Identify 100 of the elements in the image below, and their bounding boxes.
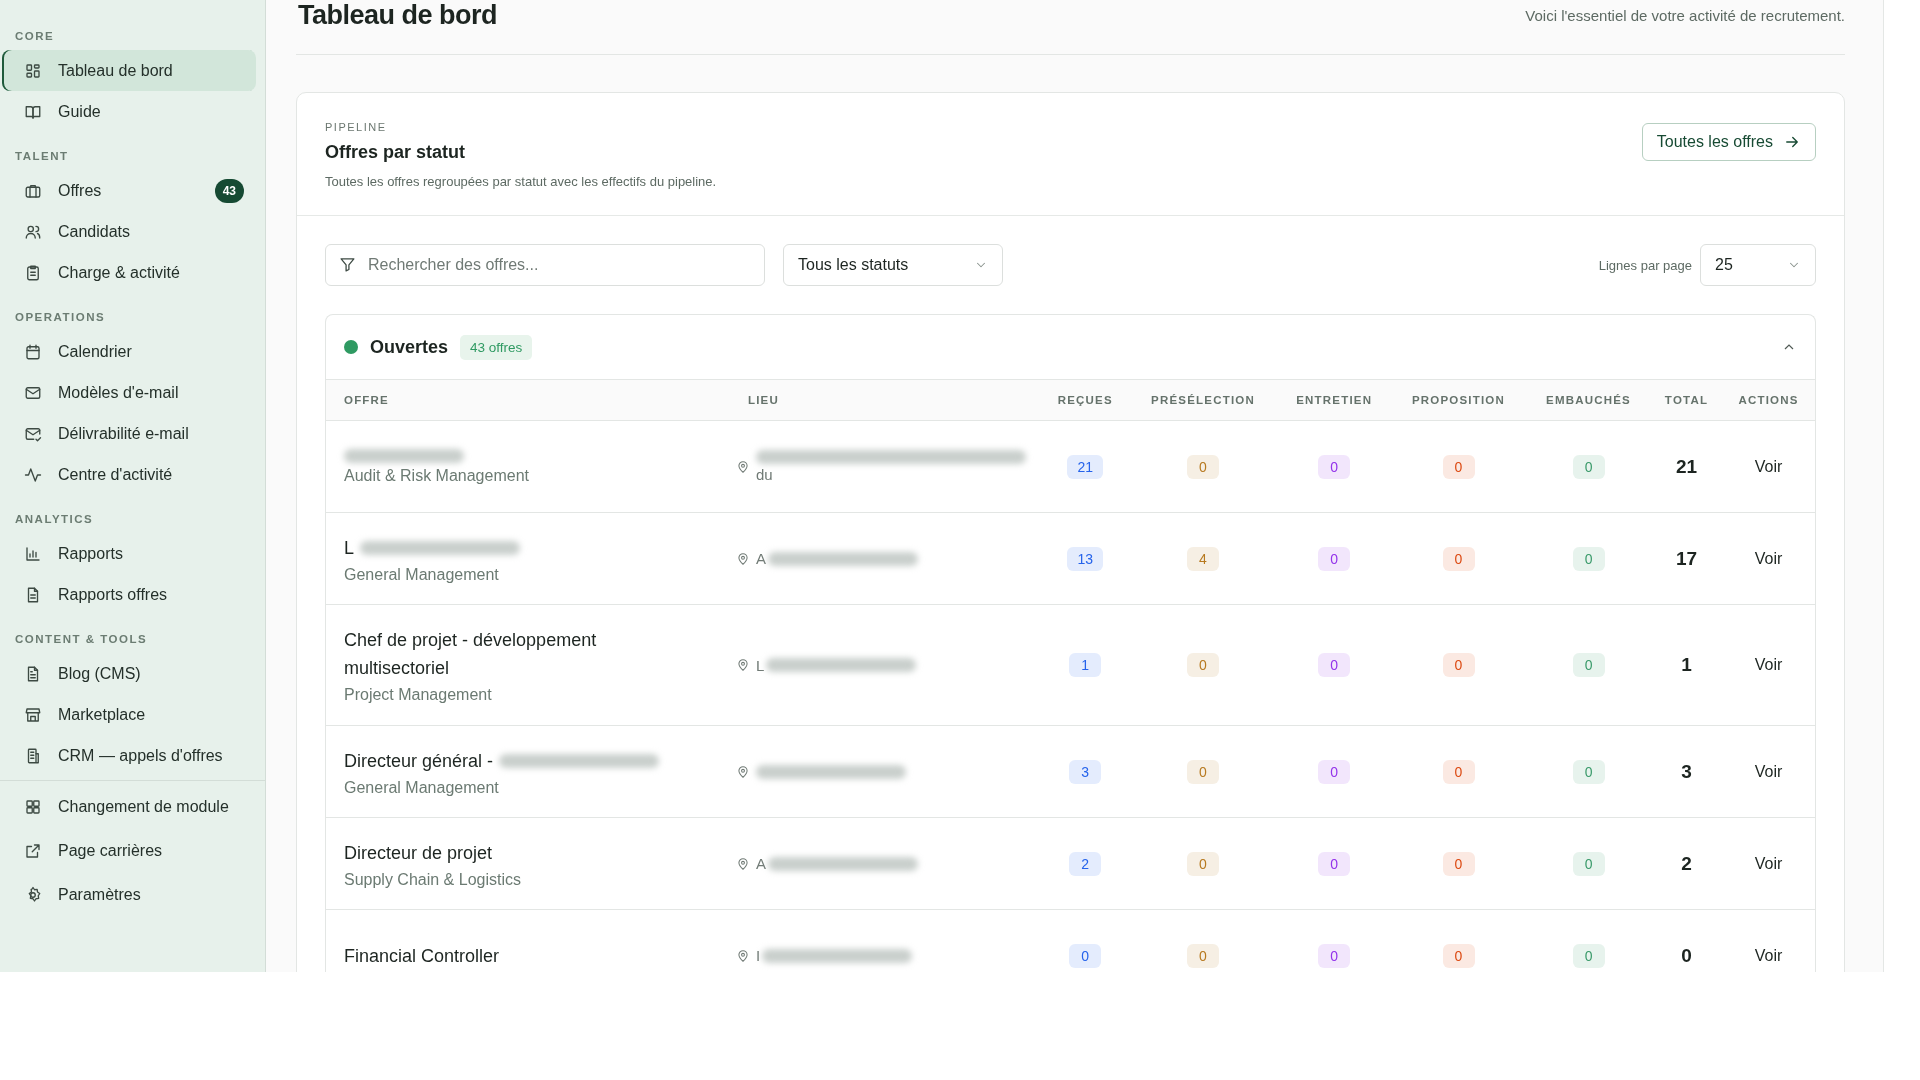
- sidebar-item[interactable]: Candidats: [2, 211, 256, 252]
- column-header: ENTRETIEN: [1277, 379, 1391, 421]
- count-pill: 1: [1069, 653, 1102, 677]
- count-pill: 0: [1187, 454, 1219, 479]
- sidebar-item[interactable]: Page carrières: [2, 829, 256, 873]
- count-pill: 2: [1069, 851, 1102, 876]
- count-pill: 4: [1187, 546, 1219, 571]
- view-link[interactable]: Voir: [1748, 548, 1789, 569]
- count-pill: 0: [1572, 943, 1605, 968]
- card-title: Offres par statut: [325, 142, 467, 163]
- page-title: Tableau de bord: [298, 0, 498, 31]
- location-text: A: [756, 855, 766, 872]
- status-dropdown[interactable]: Tous les statuts: [783, 244, 1003, 286]
- rows-per-page-label: Lignes par page: [1598, 257, 1692, 273]
- sidebar-item[interactable]: Charge & activité: [2, 252, 256, 293]
- calendar-icon: [24, 342, 42, 361]
- count-pill: 21: [1067, 454, 1103, 479]
- external-link-icon: [24, 842, 42, 860]
- sidebar-item[interactable]: Délivrabilité e-mail: [2, 413, 256, 454]
- view-link[interactable]: Voir: [1748, 945, 1789, 966]
- view-link[interactable]: Voir: [1748, 655, 1789, 675]
- count-pill: 0: [1187, 653, 1219, 677]
- sidebar-item[interactable]: Rapports offres: [2, 574, 256, 615]
- sidebar-item[interactable]: Offres 43: [2, 170, 256, 211]
- grid-icon: [24, 61, 42, 80]
- group-name: Ouvertes: [370, 336, 449, 358]
- sidebar-item[interactable]: Blog (CMS): [2, 653, 256, 694]
- count-pill: 0: [1572, 851, 1605, 876]
- total-count: 1: [1681, 654, 1692, 675]
- count-pill: 0: [1572, 454, 1605, 479]
- offer-title: L: [344, 536, 354, 560]
- offer-category: General Management: [344, 565, 500, 584]
- total-count: 17: [1675, 547, 1698, 569]
- map-pin-icon: [736, 764, 750, 779]
- count-pill: 0: [1187, 943, 1219, 968]
- card-description: Toutes les offres regroupées par statut avec les effectifs du pipeline.: [325, 174, 717, 189]
- count-pill: 0: [1442, 454, 1475, 479]
- count-pill: 0: [1318, 546, 1351, 571]
- section-label: TALENT: [14, 150, 70, 162]
- count-pill: 0: [1318, 653, 1351, 677]
- column-header: EMBAUCHÉS: [1526, 379, 1651, 421]
- count-pill: 0: [1572, 546, 1605, 571]
- map-pin-icon: [736, 948, 750, 963]
- count-badge: 43 offres: [460, 334, 533, 360]
- total-count: 21: [1675, 455, 1698, 477]
- count-pill: 0: [1572, 653, 1605, 677]
- section-label: ANALYTICS: [14, 513, 95, 525]
- column-header: LIEU: [730, 379, 1042, 421]
- total-count: 3: [1681, 760, 1692, 782]
- sidebar-item[interactable]: CRM — appels d'offres: [2, 735, 256, 776]
- sidebar-item[interactable]: Paramètres: [2, 873, 256, 917]
- count-pill: 0: [1442, 759, 1475, 784]
- sidebar-item[interactable]: Rapports: [2, 533, 256, 574]
- sidebar-item[interactable]: Guide: [2, 91, 256, 132]
- map-pin-icon: [736, 856, 750, 871]
- offer-category: Supply Chain & Logistics: [344, 870, 522, 889]
- map-pin-icon: [736, 658, 750, 672]
- sidebar-item[interactable]: Changement de module: [2, 785, 256, 829]
- count-pill: 0: [1187, 851, 1219, 876]
- clipboard-icon: [24, 263, 42, 282]
- view-link[interactable]: Voir: [1748, 456, 1789, 477]
- card-eyebrow: PIPELINE: [325, 121, 388, 133]
- offer-category: Project Management: [344, 686, 493, 704]
- view-link[interactable]: Voir: [1748, 761, 1789, 782]
- offer-title: Financial Controller: [344, 944, 500, 968]
- count-pill: 0: [1442, 546, 1475, 571]
- sidebar-item[interactable]: Centre d'activité: [2, 454, 256, 495]
- column-header: PRÉSÉLECTION: [1128, 379, 1278, 421]
- count-pill: 0: [1187, 759, 1219, 784]
- count-pill: 0: [1442, 943, 1475, 968]
- sidebar-item[interactable]: Modèles d'e-mail: [2, 372, 256, 413]
- total-count: 2: [1681, 852, 1692, 874]
- map-pin-icon: [736, 551, 750, 566]
- offer-category: General Management: [344, 778, 500, 797]
- rows-per-page-dropdown[interactable]: 25: [1700, 244, 1816, 286]
- count-pill: 0: [1069, 943, 1102, 968]
- activity-icon: [24, 465, 42, 484]
- sidebar-item[interactable]: Marketplace: [2, 694, 256, 735]
- offer-title: Directeur de projet: [344, 841, 493, 865]
- count-pill: 13: [1067, 546, 1103, 571]
- search-field[interactable]: Rechercher des offres...: [325, 244, 765, 286]
- count-pill: 0: [1572, 759, 1605, 784]
- all-offers-button[interactable]: Toutes les offres: [1641, 123, 1816, 161]
- grid-icon: [24, 798, 42, 816]
- count-badge: 43: [214, 178, 244, 203]
- count-pill: 0: [1318, 759, 1351, 784]
- offer-category: Audit & Risk Management: [344, 466, 530, 485]
- column-header: TOTAL: [1650, 379, 1723, 421]
- location-text: A: [756, 550, 766, 567]
- count-pill: 3: [1069, 759, 1102, 784]
- count-pill: 0: [1442, 851, 1475, 876]
- section-label: CORE: [14, 30, 56, 42]
- count-pill: 0: [1318, 454, 1351, 479]
- sidebar-item[interactable]: Tableau de bord: [2, 50, 256, 91]
- view-link[interactable]: Voir: [1748, 853, 1789, 874]
- location-text: du: [756, 466, 774, 483]
- column-header: REÇUES: [1042, 379, 1129, 421]
- sidebar-item[interactable]: Calendrier: [2, 331, 256, 372]
- column-header: ACTIONS: [1722, 379, 1815, 421]
- filter-icon: [339, 256, 356, 273]
